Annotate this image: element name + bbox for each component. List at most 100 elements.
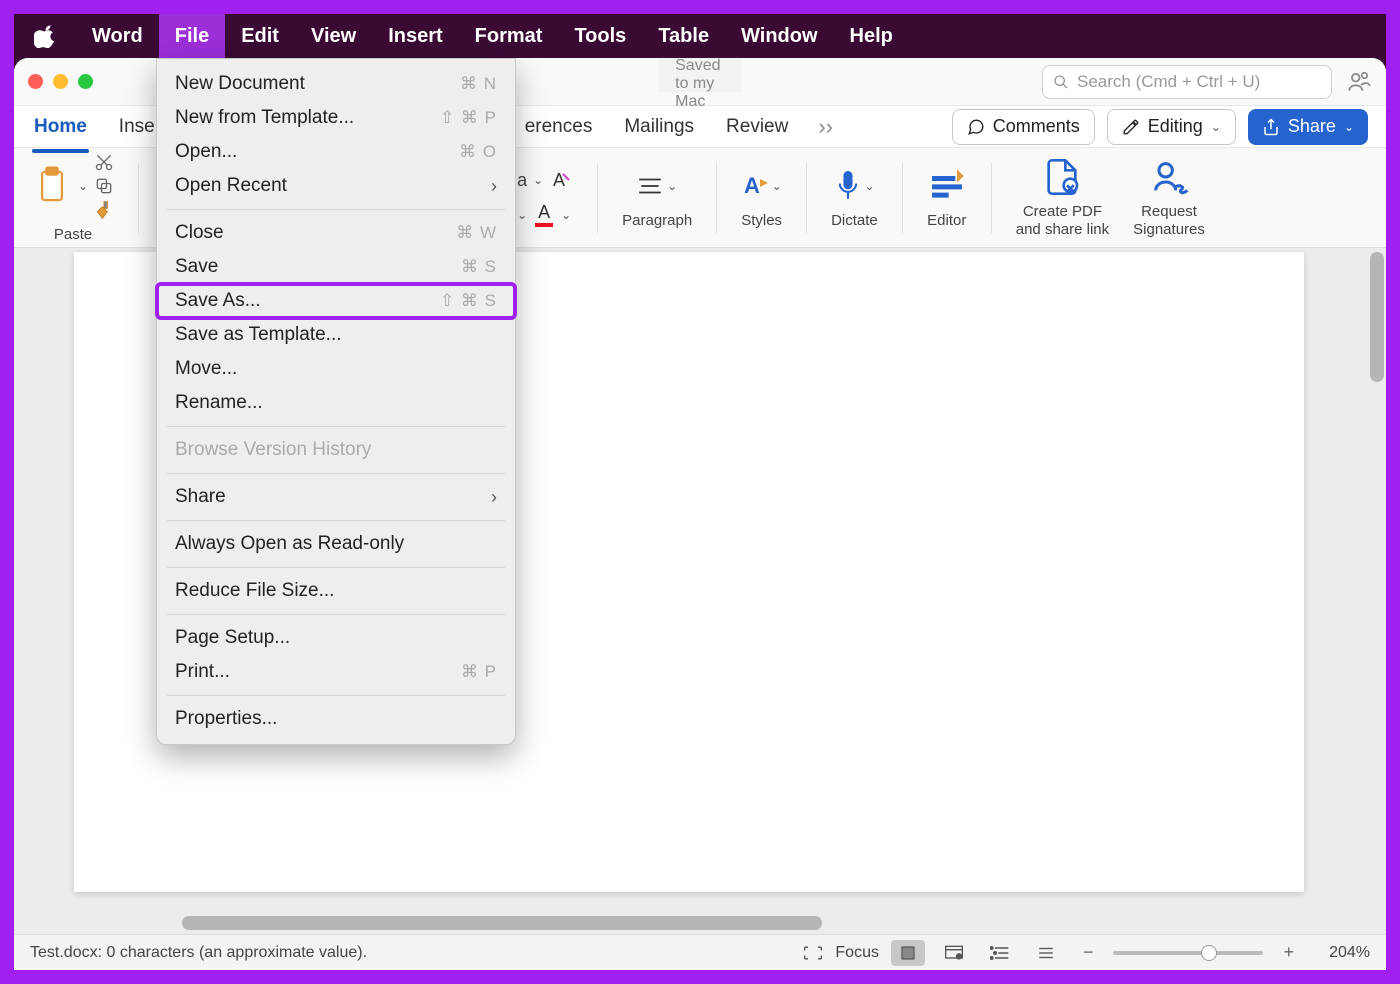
editing-label: Editing — [1148, 116, 1203, 137]
request-signatures-group[interactable]: Request Signatures — [1133, 157, 1205, 238]
tabs-overflow[interactable]: ›› — [818, 114, 833, 140]
menu-item-label: Always Open as Read-only — [175, 533, 404, 555]
file-menu-item-save-as[interactable]: Save As...⇧ ⌘ S — [157, 284, 515, 318]
status-bar: Test.docx: 0 characters (an approximate … — [14, 934, 1386, 970]
menu-item-label: Move... — [175, 358, 237, 380]
menu-item-label: Share — [175, 486, 226, 508]
file-menu-item-browse-version-history: Browse Version History — [157, 433, 515, 467]
clipboard-icon — [32, 166, 72, 206]
paste-group[interactable]: ⌄ Paste — [32, 152, 114, 243]
menu-item-label: Save — [175, 256, 218, 278]
horizontal-scrollbar[interactable] — [182, 916, 822, 930]
file-menu-item-print[interactable]: Print...⌘ P — [157, 655, 515, 689]
document-title[interactable]: W Test — Saved to my Mac ⌄ — [659, 71, 741, 92]
dictate-label: Dictate — [831, 212, 878, 229]
menu-shortcut: ⇧ ⌘ S — [440, 291, 497, 311]
tab-home[interactable]: Home — [32, 110, 89, 144]
menu-separator — [167, 473, 505, 474]
menu-item-label: Browse Version History — [175, 439, 371, 461]
chevron-down-icon: ⌄ — [78, 179, 88, 193]
file-menu-item-open-recent[interactable]: Open Recent › — [157, 169, 515, 203]
styles-label: Styles — [741, 212, 782, 229]
menubar-item-tools[interactable]: Tools — [558, 14, 642, 58]
share-icon — [1262, 118, 1280, 136]
font-controls-partial[interactable]: a⌄ A — [517, 168, 573, 192]
menu-item-label: Properties... — [175, 708, 277, 730]
menubar-item-format[interactable]: Format — [459, 14, 559, 58]
apple-logo-icon[interactable] — [34, 24, 58, 48]
file-menu-item-page-setup[interactable]: Page Setup... — [157, 621, 515, 655]
menubar-item-view[interactable]: View — [295, 14, 372, 58]
zoom-slider[interactable] — [1113, 951, 1263, 955]
request-label-2: Signatures — [1133, 221, 1205, 238]
menubar-item-help[interactable]: Help — [834, 14, 909, 58]
editor-group[interactable]: Editor — [927, 166, 967, 229]
comments-button[interactable]: Comments — [952, 109, 1095, 145]
svg-text:A: A — [553, 170, 565, 190]
outline-view[interactable] — [983, 940, 1017, 966]
file-menu-item-new-from-template[interactable]: New from Template...⇧ ⌘ P — [157, 101, 515, 135]
focus-frame-icon[interactable] — [803, 945, 823, 961]
dictate-group[interactable]: ⌄ Dictate — [831, 166, 878, 229]
menu-separator — [167, 614, 505, 615]
file-menu-item-rename[interactable]: Rename... — [157, 386, 515, 420]
menu-shortcut: ⌘ W — [456, 223, 497, 243]
web-layout-view[interactable] — [937, 940, 971, 966]
close-window-button[interactable] — [28, 74, 43, 89]
file-menu-item-save[interactable]: Save⌘ S — [157, 250, 515, 284]
minimize-window-button[interactable] — [53, 74, 68, 89]
save-status: — Saved to my Mac — [659, 58, 741, 92]
menubar-item-window[interactable]: Window — [725, 14, 833, 58]
menu-separator — [167, 695, 505, 696]
menubar-item-file[interactable]: File — [159, 14, 225, 58]
menubar-item-insert[interactable]: Insert — [372, 14, 458, 58]
menu-item-label: Page Setup... — [175, 627, 290, 649]
menu-item-label: Rename... — [175, 392, 263, 414]
file-menu-item-always-open-as-read-only[interactable]: Always Open as Read-only — [157, 527, 515, 561]
file-menu-item-move[interactable]: Move... — [157, 352, 515, 386]
menubar-app-name[interactable]: Word — [76, 14, 159, 58]
zoom-in-button[interactable]: + — [1275, 942, 1302, 963]
menu-item-label: Reduce File Size... — [175, 580, 334, 602]
draft-view[interactable] — [1029, 940, 1063, 966]
chevron-down-icon: ⌄ — [1344, 120, 1354, 134]
print-layout-view[interactable] — [891, 940, 925, 966]
menu-item-label: Save as Template... — [175, 324, 342, 346]
profile-icon[interactable] — [1346, 69, 1372, 95]
file-menu-item-new-document[interactable]: New Document⌘ N — [157, 67, 515, 101]
share-label: Share — [1288, 116, 1336, 137]
paragraph-group[interactable]: ⌄ Paragraph — [622, 166, 692, 229]
file-menu-item-reduce-file-size[interactable]: Reduce File Size... — [157, 574, 515, 608]
share-button[interactable]: Share ⌄ — [1248, 109, 1368, 145]
zoom-level[interactable]: 204% — [1314, 944, 1370, 962]
menubar-item-table[interactable]: Table — [642, 14, 725, 58]
pencil-icon — [1122, 118, 1140, 136]
focus-mode-button[interactable]: Focus — [835, 944, 879, 962]
file-menu-item-save-as-template[interactable]: Save as Template... — [157, 318, 515, 352]
menu-item-label: Open Recent — [175, 175, 287, 197]
editing-mode-button[interactable]: Editing ⌄ — [1107, 109, 1236, 145]
copy-icon[interactable] — [94, 176, 114, 196]
create-pdf-group[interactable]: Create PDF and share link — [1016, 157, 1109, 238]
submenu-arrow-icon: › — [491, 176, 497, 197]
menu-item-label: Open... — [175, 141, 237, 163]
font-color-row[interactable]: ⌄ A ⌄ — [517, 202, 573, 227]
tab-insert[interactable]: Inse — [117, 110, 157, 144]
file-menu-item-close[interactable]: Close⌘ W — [157, 216, 515, 250]
tab-mailings[interactable]: Mailings — [622, 110, 696, 144]
file-menu-item-share[interactable]: Share› — [157, 480, 515, 514]
search-input[interactable]: Search (Cmd + Ctrl + U) — [1042, 65, 1332, 99]
zoom-out-button[interactable]: − — [1075, 942, 1102, 963]
clear-format-icon[interactable]: A — [549, 168, 573, 192]
tab-review[interactable]: Review — [724, 110, 790, 144]
styles-icon: A ⌄ — [742, 166, 782, 206]
format-painter-icon[interactable] — [94, 200, 114, 220]
file-menu-item-properties[interactable]: Properties... — [157, 702, 515, 736]
vertical-scrollbar[interactable] — [1370, 252, 1384, 382]
tab-references[interactable]: erences — [523, 110, 595, 144]
zoom-window-button[interactable] — [78, 74, 93, 89]
file-menu-item-open[interactable]: Open...⌘ O — [157, 135, 515, 169]
styles-group[interactable]: A ⌄ Styles — [741, 166, 782, 229]
cut-icon[interactable] — [94, 152, 114, 172]
menubar-item-edit[interactable]: Edit — [225, 14, 295, 58]
